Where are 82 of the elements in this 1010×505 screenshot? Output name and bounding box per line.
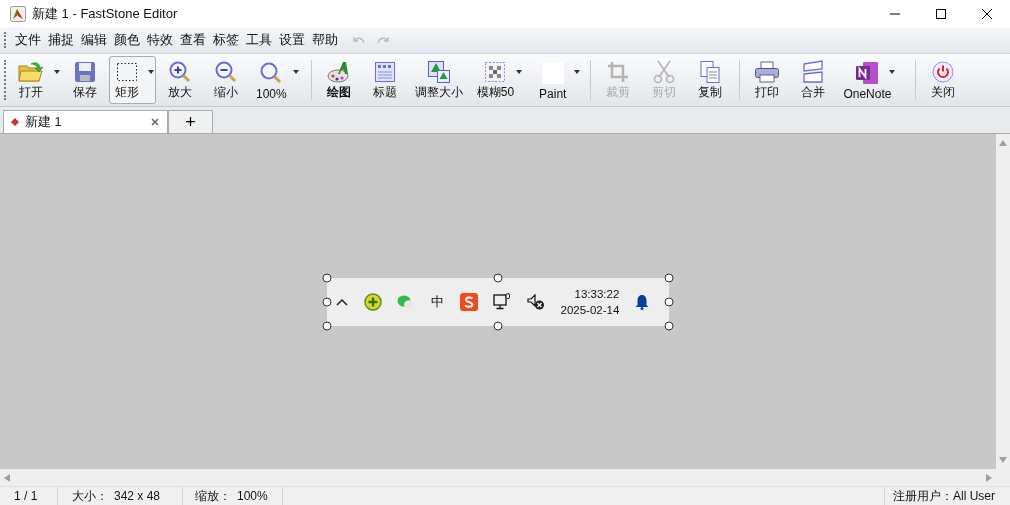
documents-icon [699,60,722,84]
crop-icon [607,61,630,83]
caret-icon[interactable] [148,70,154,74]
page-count: 1 / 1 [0,487,58,505]
ime-indicator: 中 [430,292,444,311]
zoom-out-icon [214,60,238,84]
caret-icon[interactable] [293,70,300,74]
scissors-icon [653,60,676,84]
toolbar-button[interactable]: OneNote [837,56,909,104]
toolbar-button[interactable]: 关闭 [921,56,966,104]
caret-icon[interactable] [54,70,60,74]
notebook-icon [855,62,880,84]
chat-bubbles-icon [397,293,416,310]
clock-date: 2025-02-14 [560,302,620,318]
page-pieces-icon [802,60,825,84]
caret-icon[interactable] [516,70,523,74]
maximize-icon [936,8,946,19]
toolbar-button[interactable]: 矩形 [109,56,156,104]
toolbar-button[interactable]: 打开 [12,56,61,104]
toolbar-button[interactable]: 打印 [745,56,790,104]
menu-item[interactable]: 帮助 [309,29,341,51]
zoom-label: 缩放： [195,487,231,505]
resize-handle[interactable] [322,273,332,282]
resize-handle[interactable] [493,321,503,330]
resize-handle[interactable] [664,273,674,282]
menu-item[interactable]: 设置 [276,29,308,51]
menu-item[interactable]: 查看 [177,29,209,51]
resize-handle[interactable] [322,321,332,330]
window-title: 新建 1 - FastStone Editor [32,4,178,23]
close-icon[interactable] [151,118,159,126]
zoom-value: 100% [237,489,268,503]
app-logo-icon [459,292,478,311]
toolbar-button[interactable]: Paint [533,56,584,104]
toolbar-button[interactable]: 缩小 [204,56,248,104]
zoom-in-icon [168,60,192,84]
resize-handle[interactable] [664,297,674,306]
resize-handle[interactable] [322,297,332,306]
grip-handle[interactable] [4,32,8,48]
toolbar-button[interactable]: 保存 [63,56,107,104]
tab-label: 新建 1 [25,113,63,131]
printer-icon [754,61,781,83]
menu-item[interactable]: 工具 [243,29,275,51]
size-value: 342 x 48 [114,489,161,503]
tree-picture-icon [426,60,451,84]
document-tab[interactable]: 新建 1 [3,110,168,133]
menu-item[interactable]: 颜色 [111,29,143,51]
bell-icon [634,293,649,310]
window-icon [373,61,396,83]
toolbar-button[interactable]: 100% [250,56,304,104]
toolbar-button[interactable]: 调整大小 [408,56,469,104]
app-logo-icon [10,5,26,22]
caret-icon[interactable] [889,70,896,74]
plus-circle-icon [363,292,382,311]
size-label: 大小： [72,487,108,505]
menu-item[interactable]: 文件 [12,29,44,51]
menu-item[interactable]: 编辑 [78,29,110,51]
resize-handle[interactable] [493,273,503,282]
monitor-icon [493,293,512,310]
dashed-rectangle-icon [116,62,138,82]
toolbar-button[interactable]: 绘图 [316,56,361,104]
power-icon [932,61,955,83]
grip-handle[interactable] [4,60,8,100]
new-tab-button[interactable]: + [168,110,213,133]
registered-user: 注册用户：All User [892,487,996,505]
toolbar-button[interactable]: 放大 [158,56,202,104]
magnifier-icon [259,61,284,85]
toolbar-button[interactable]: 标题 [362,56,407,104]
toolbar-button[interactable]: 复制 [688,56,733,104]
toolbar-button[interactable]: 模糊50 [470,56,532,104]
menu-item[interactable]: 特效 [144,29,176,51]
chevron-up-icon [336,297,348,306]
toolbar-button[interactable]: 合并 [791,56,836,104]
menu-item[interactable]: 标签 [210,29,242,51]
resize-handle[interactable] [664,321,674,330]
close-icon [982,8,992,19]
checkerboard-icon [484,61,507,83]
diamond-icon [11,118,19,126]
menu-item[interactable]: 捕捉 [45,29,77,51]
folder-icon [18,61,44,83]
clock-time: 13:33:22 [574,286,620,302]
caret-icon[interactable] [573,70,580,74]
muted-speaker-icon [526,293,545,310]
